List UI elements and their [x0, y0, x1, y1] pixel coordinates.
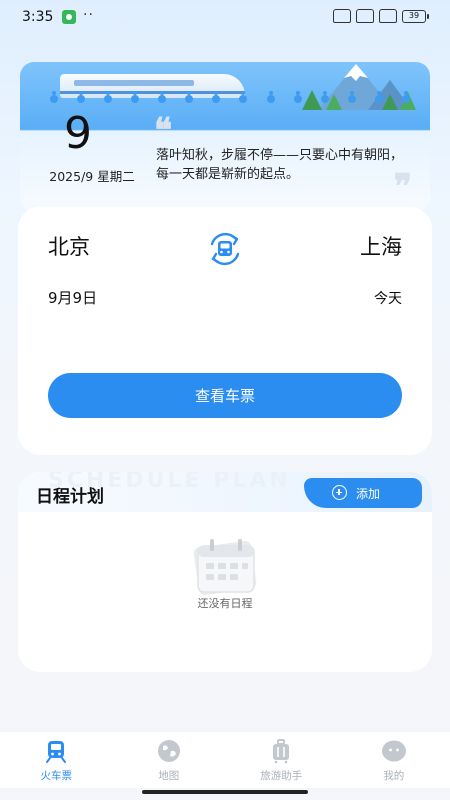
- globe-icon: [157, 740, 180, 762]
- date-today-label: 今天: [374, 291, 402, 307]
- add-schedule-label: 添加: [356, 486, 381, 501]
- arrival-city[interactable]: 上海: [360, 231, 402, 261]
- schedule-header: SCHEDULE PLAN 日程计划 添加: [18, 472, 432, 512]
- add-circle-icon: [332, 485, 347, 500]
- schedule-card: SCHEDULE PLAN 日程计划 添加 还没有日程: [18, 472, 432, 672]
- status-icons: 39: [333, 9, 429, 23]
- view-tickets-button[interactable]: 查看车票: [48, 373, 402, 418]
- battery-icon: 39: [402, 9, 429, 23]
- tab-label: 地图: [158, 770, 180, 782]
- calendar-icon: [193, 539, 257, 596]
- departure-city[interactable]: 北京: [48, 231, 90, 261]
- add-schedule-button[interactable]: 添加: [304, 478, 422, 508]
- bottom-tab-bar: 火车票 地图 旅游助手 我的: [0, 732, 450, 788]
- status-bar: 3:35 ·· 39: [0, 0, 450, 34]
- wifi-icon: [379, 9, 397, 23]
- quote-close-icon: ❞: [393, 167, 412, 207]
- quote-open-icon: ❝: [154, 111, 173, 151]
- train-icon: [46, 741, 67, 763]
- daily-quote: 落叶知秋，步履不停——只要心中有朝阳，每一天都是崭新的起点。: [156, 148, 404, 182]
- tab-label: 火车票: [40, 770, 73, 782]
- tab-profile[interactable]: 我的: [338, 732, 450, 788]
- calendar-date-weekday: 2025/9 星期二: [49, 169, 135, 184]
- ticket-search-card: 北京 上海 9月9日 今天 查看车票: [18, 207, 432, 455]
- signal-icon-2: [356, 9, 374, 23]
- signal-icon: [333, 9, 351, 23]
- tab-travel-assistant[interactable]: 旅游助手: [225, 732, 338, 788]
- train-swap-icon[interactable]: [206, 230, 244, 268]
- empty-schedule-text: 还没有日程: [197, 597, 253, 610]
- calendar-banner: 9 2025/9 星期二 ❝ 落叶知秋，步履不停——只要心中有朝阳，每一天都是崭…: [20, 62, 430, 212]
- more-notifications-indicator: ··: [83, 7, 94, 23]
- tab-map[interactable]: 地图: [113, 732, 226, 788]
- schedule-title: 日程计划: [36, 487, 104, 507]
- face-icon: [381, 740, 406, 762]
- calendar-day-number: 9: [64, 108, 92, 159]
- tab-train-tickets[interactable]: 火车票: [0, 732, 113, 788]
- status-time: 3:35: [22, 9, 54, 25]
- tab-label: 旅游助手: [260, 770, 303, 782]
- departure-date[interactable]: 9月9日: [48, 287, 97, 308]
- app-notification-icon: [62, 10, 76, 24]
- home-indicator[interactable]: [142, 790, 308, 794]
- calendar-binding-rings: [50, 95, 410, 105]
- tab-label: 我的: [383, 770, 405, 782]
- luggage-icon: [273, 739, 290, 764]
